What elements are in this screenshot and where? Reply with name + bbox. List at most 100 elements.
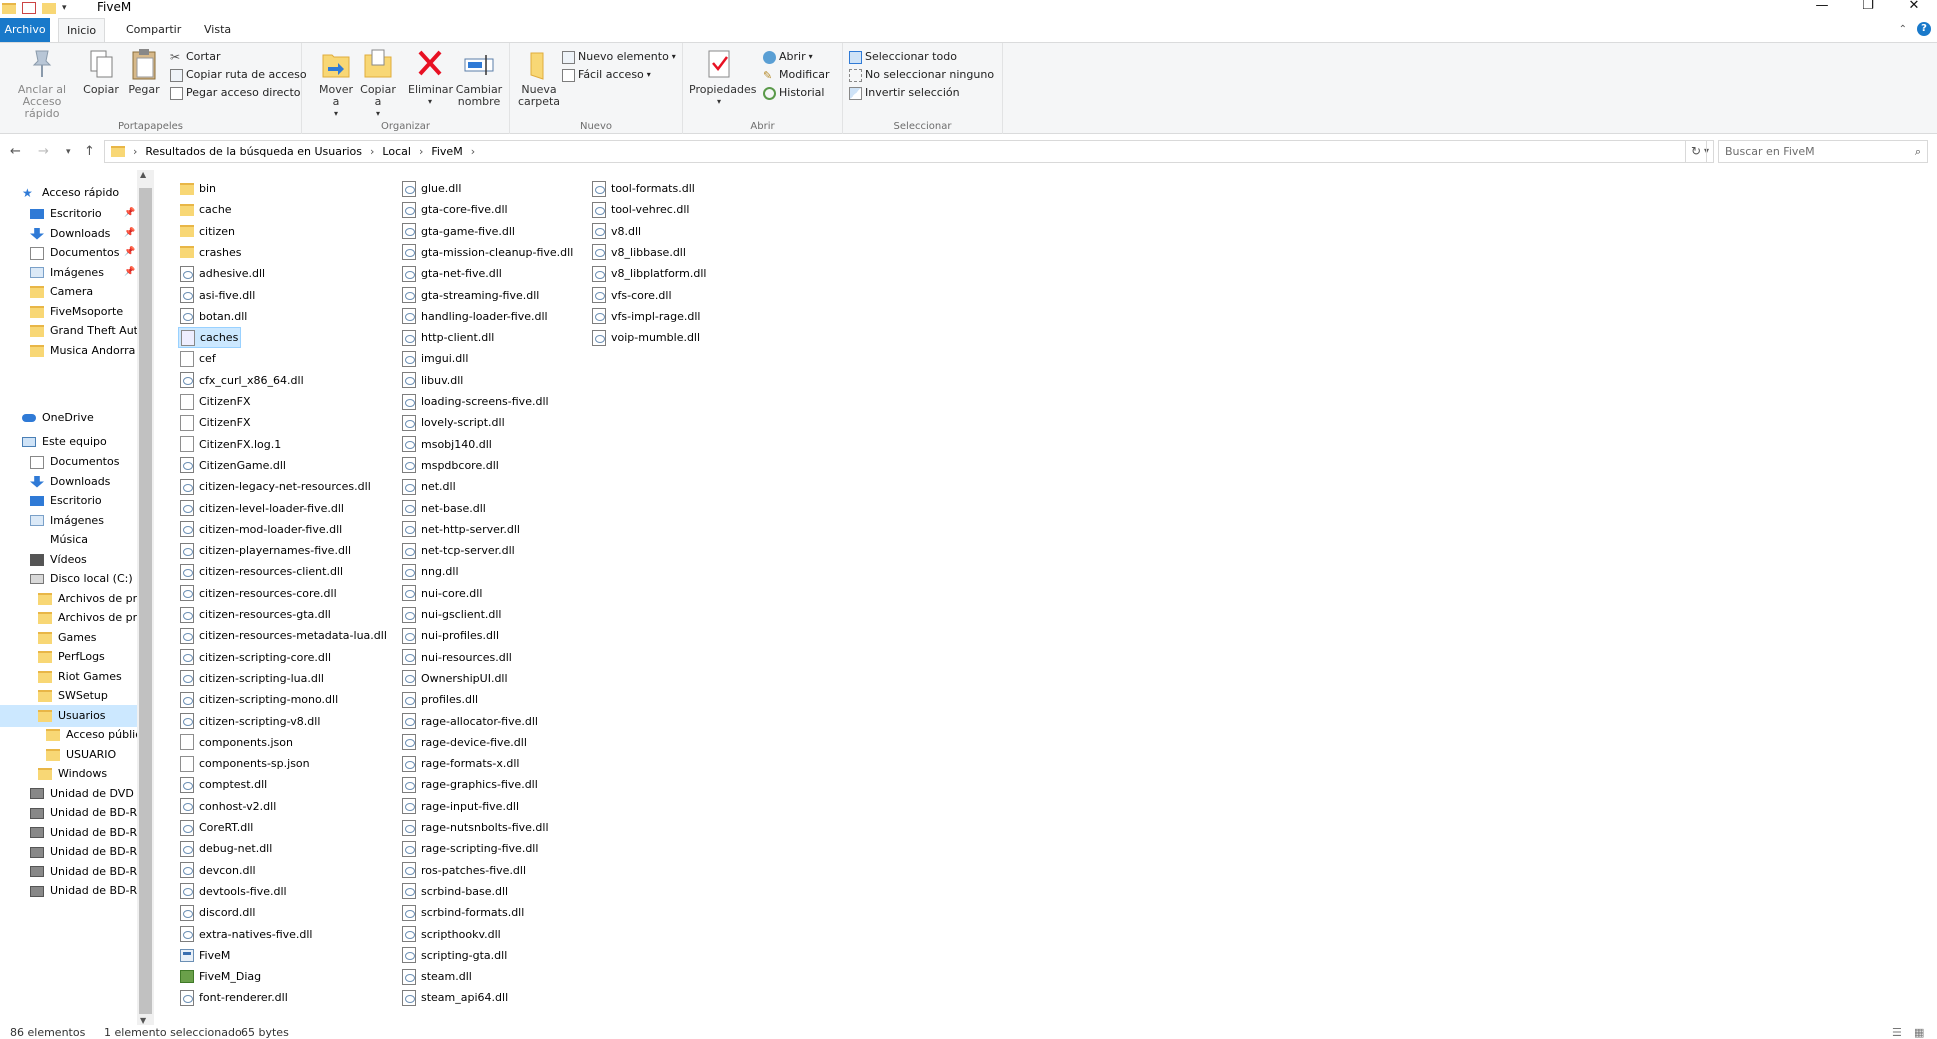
breadcrumb-fivem[interactable]: FiveM bbox=[431, 141, 462, 162]
file-item[interactable]: devtools-five.dll bbox=[178, 881, 289, 902]
scroll-down-icon[interactable]: ▼ bbox=[140, 1016, 146, 1025]
back-arrow-icon[interactable]: ← bbox=[10, 144, 21, 159]
file-item[interactable]: CitizenFX bbox=[178, 412, 252, 433]
scroll-up-icon[interactable]: ▲ bbox=[140, 170, 146, 179]
file-item[interactable]: citizen-legacy-net-resources.dll bbox=[178, 476, 373, 497]
file-item[interactable]: gta-net-five.dll bbox=[400, 263, 504, 284]
file-item[interactable]: rage-input-five.dll bbox=[400, 796, 521, 817]
file-item[interactable]: scripthookv.dll bbox=[400, 924, 503, 945]
file-item[interactable]: scripting-gta.dll bbox=[400, 945, 509, 966]
copy-button[interactable]: Copiar bbox=[80, 47, 122, 96]
file-item[interactable]: msobj140.dll bbox=[400, 434, 494, 455]
file-item[interactable]: citizen-mod-loader-five.dll bbox=[178, 519, 344, 540]
copy-path-button[interactable]: Copiar ruta de acceso bbox=[170, 68, 307, 82]
file-item[interactable]: OwnershipUI.dll bbox=[400, 668, 510, 689]
tab-share[interactable]: Compartir bbox=[118, 18, 189, 42]
file-item[interactable]: tool-vehrec.dll bbox=[590, 199, 691, 220]
file-item[interactable]: gta-streaming-five.dll bbox=[400, 285, 541, 306]
file-item[interactable]: handling-loader-five.dll bbox=[400, 306, 550, 327]
file-item[interactable]: vfs-impl-rage.dll bbox=[590, 306, 702, 327]
file-item[interactable]: glue.dll bbox=[400, 178, 463, 199]
file-item[interactable]: gta-game-five.dll bbox=[400, 221, 517, 242]
file-item[interactable]: v8_libplatform.dll bbox=[590, 263, 708, 284]
file-item[interactable]: discord.dll bbox=[178, 902, 257, 923]
file-item[interactable]: citizen bbox=[178, 221, 237, 242]
easy-access-button[interactable]: Fácil acceso ▾ bbox=[562, 68, 651, 82]
breadcrumb-search-results[interactable]: Resultados de la búsqueda en Usuarios bbox=[145, 141, 362, 162]
forward-arrow-icon[interactable]: → bbox=[38, 144, 49, 159]
select-all-button[interactable]: Seleccionar todo bbox=[849, 50, 957, 64]
file-item[interactable]: FiveM bbox=[178, 945, 232, 966]
file-item[interactable]: nui-gsclient.dll bbox=[400, 604, 504, 625]
pin-quick-access-button[interactable]: Anclar al Acceso rápido bbox=[4, 47, 80, 120]
cut-button[interactable]: ✂ Cortar bbox=[170, 50, 221, 64]
file-item[interactable]: bin bbox=[178, 178, 218, 199]
collapse-ribbon-icon[interactable]: ⌃ bbox=[1899, 24, 1907, 35]
file-item[interactable]: citizen-level-loader-five.dll bbox=[178, 498, 346, 519]
search-input[interactable]: Buscar en FiveM ⌕ bbox=[1718, 140, 1928, 163]
edit-button[interactable]: ✎ Modificar bbox=[763, 68, 830, 82]
file-item[interactable]: nui-profiles.dll bbox=[400, 625, 501, 646]
file-item[interactable]: libuv.dll bbox=[400, 370, 465, 391]
close-icon[interactable]: ✕ bbox=[1891, 0, 1937, 16]
file-item[interactable]: FiveM_Diag bbox=[178, 966, 263, 987]
nav-scrollbar[interactable]: ▲ ▼ bbox=[137, 170, 154, 1025]
open-button[interactable]: Abrir ▾ bbox=[763, 50, 813, 64]
file-item[interactable]: citizen-scripting-mono.dll bbox=[178, 689, 340, 710]
new-folder-icon[interactable] bbox=[42, 2, 56, 14]
file-item[interactable]: CitizenFX bbox=[178, 391, 252, 412]
file-item[interactable]: CitizenGame.dll bbox=[178, 455, 288, 476]
file-item[interactable]: v8_libbase.dll bbox=[590, 242, 688, 263]
file-item[interactable]: citizen-scripting-core.dll bbox=[178, 647, 333, 668]
file-item[interactable]: adhesive.dll bbox=[178, 263, 267, 284]
file-item[interactable]: conhost-v2.dll bbox=[178, 796, 278, 817]
file-item[interactable]: voip-mumble.dll bbox=[590, 327, 702, 348]
recent-locations-icon[interactable]: ▾ bbox=[66, 147, 71, 157]
help-icon[interactable]: ? bbox=[1917, 22, 1931, 36]
file-item[interactable]: imgui.dll bbox=[400, 348, 470, 369]
copy-to-button[interactable]: Copiar a ▾ bbox=[358, 47, 398, 120]
file-item[interactable]: citizen-resources-client.dll bbox=[178, 561, 345, 582]
address-bar[interactable]: › Resultados de la búsqueda en Usuarios … bbox=[104, 140, 1714, 163]
file-item[interactable]: asi-five.dll bbox=[178, 285, 257, 306]
file-item[interactable]: cef bbox=[178, 348, 218, 369]
file-item[interactable]: citizen-playernames-five.dll bbox=[178, 540, 353, 561]
new-folder-button[interactable]: Nueva carpeta bbox=[514, 47, 564, 108]
file-item[interactable]: net-base.dll bbox=[400, 498, 488, 519]
move-to-button[interactable]: Mover a ▾ bbox=[316, 47, 356, 120]
file-item[interactable]: ros-patches-five.dll bbox=[400, 860, 528, 881]
history-button[interactable]: Historial bbox=[763, 86, 824, 100]
file-item[interactable]: cache bbox=[178, 199, 234, 220]
paste-button[interactable]: Pegar bbox=[124, 47, 164, 96]
file-item[interactable]: components-sp.json bbox=[178, 753, 312, 774]
tab-file[interactable]: Archivo bbox=[0, 18, 50, 42]
file-item[interactable]: net-http-server.dll bbox=[400, 519, 522, 540]
file-item[interactable]: gta-core-five.dll bbox=[400, 199, 510, 220]
file-item[interactable]: steam.dll bbox=[400, 966, 474, 987]
file-item[interactable]: mspdbcore.dll bbox=[400, 455, 501, 476]
nav-scrollbar-thumb[interactable] bbox=[139, 188, 152, 1014]
file-item[interactable]: steam_api64.dll bbox=[400, 987, 510, 1008]
file-item[interactable]: nui-core.dll bbox=[400, 583, 484, 604]
file-item[interactable]: rage-formats-x.dll bbox=[400, 753, 521, 774]
properties-button[interactable]: Propiedades ▾ bbox=[689, 47, 756, 108]
file-item[interactable]: tool-formats.dll bbox=[590, 178, 697, 199]
large-icons-view-icon[interactable]: ▦ bbox=[1914, 1027, 1924, 1038]
file-item[interactable]: rage-allocator-five.dll bbox=[400, 711, 540, 732]
file-item[interactable]: net.dll bbox=[400, 476, 458, 497]
file-item[interactable]: cfx_curl_x86_64.dll bbox=[178, 370, 306, 391]
file-item[interactable]: net-tcp-server.dll bbox=[400, 540, 517, 561]
file-item[interactable]: crashes bbox=[178, 242, 244, 263]
file-item[interactable]: lovely-script.dll bbox=[400, 412, 507, 433]
file-item[interactable]: debug-net.dll bbox=[178, 838, 274, 859]
file-item[interactable]: devcon.dll bbox=[178, 860, 258, 881]
file-item[interactable]: loading-screens-five.dll bbox=[400, 391, 551, 412]
file-item[interactable]: v8.dll bbox=[590, 221, 643, 242]
file-item[interactable]: botan.dll bbox=[178, 306, 249, 327]
file-item[interactable]: vfs-core.dll bbox=[590, 285, 674, 306]
nav-quick-access[interactable]: ★ Acceso rápido bbox=[22, 182, 119, 204]
refresh-icon[interactable]: ↻ bbox=[1685, 140, 1707, 163]
file-item[interactable]: rage-nutsnbolts-five.dll bbox=[400, 817, 551, 838]
properties-check-icon[interactable] bbox=[22, 2, 36, 14]
file-item[interactable]: gta-mission-cleanup-five.dll bbox=[400, 242, 575, 263]
